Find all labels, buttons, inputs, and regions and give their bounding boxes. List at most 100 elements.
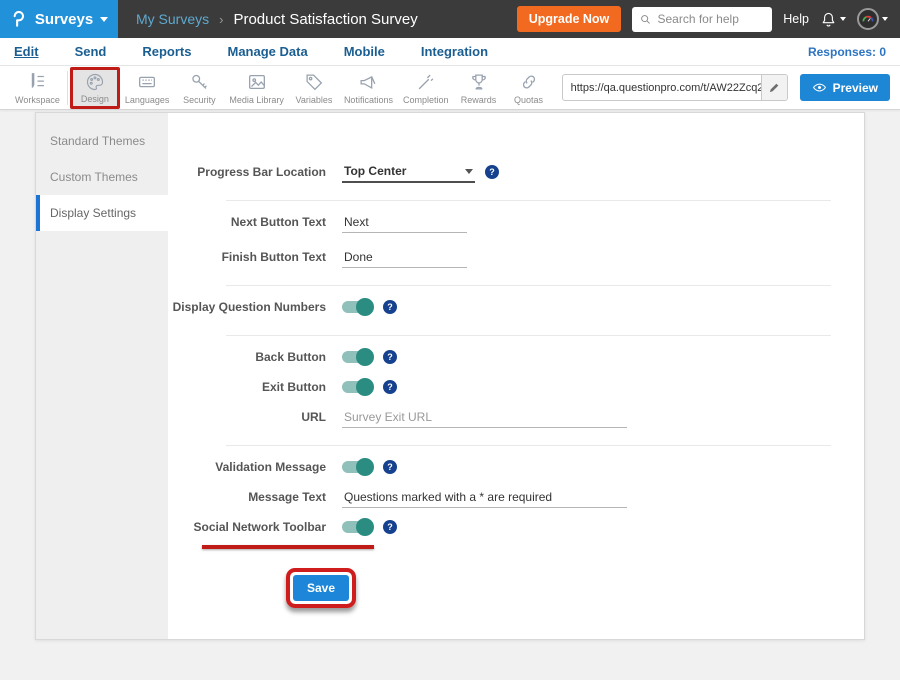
next-button-text-row: Next Button Text — [168, 207, 848, 237]
validation-message-row: Validation Message ? — [168, 452, 848, 482]
back-button-row: Back Button ? — [168, 342, 848, 372]
survey-nav: Edit Send Reports Manage Data Mobile Int… — [0, 38, 900, 66]
brand-menu[interactable]: Surveys — [0, 0, 118, 38]
upgrade-now-button[interactable]: Upgrade Now — [517, 6, 622, 32]
section-divider — [226, 335, 831, 336]
toolbar-item-notifications[interactable]: Notifications — [339, 68, 398, 108]
progress-bar-location-value: Top Center — [344, 164, 406, 178]
progress-bar-location-row: Progress Bar Location Top Center ? — [168, 157, 848, 187]
finish-button-text-row: Finish Button Text — [168, 242, 848, 272]
nav-item-reports[interactable]: Reports — [142, 44, 191, 59]
message-text-input[interactable] — [342, 487, 627, 508]
display-question-numbers-label: Display Question Numbers — [168, 300, 326, 314]
toolbar-item-security[interactable]: Security — [174, 68, 224, 108]
chevron-down-icon — [100, 17, 108, 22]
nav-item-edit[interactable]: Edit — [14, 44, 39, 59]
media-library-icon — [246, 71, 268, 93]
toolbar-item-variables[interactable]: Variables — [289, 68, 339, 108]
survey-url[interactable]: https://qa.questionpro.com/t/AW22Zcq2J — [563, 82, 761, 94]
help-search[interactable] — [632, 7, 772, 32]
help-icon[interactable]: ? — [383, 350, 397, 364]
toolbar-item-languages[interactable]: Languages — [120, 68, 175, 108]
toggle-knob — [356, 378, 374, 396]
toolbar-item-workspace[interactable]: Workspace — [10, 68, 65, 108]
red-underline-annotation — [202, 545, 374, 549]
social-network-toolbar-toggle[interactable] — [342, 521, 373, 533]
breadcrumb-parent[interactable]: My Surveys — [136, 11, 209, 27]
security-icon — [188, 71, 210, 93]
preview-button[interactable]: Preview — [800, 74, 890, 101]
exit-button-toggle[interactable] — [342, 381, 373, 393]
toolbar-label: Design — [81, 94, 109, 104]
back-button-label: Back Button — [168, 350, 326, 364]
preview-label: Preview — [833, 81, 878, 95]
chevron-down-icon — [840, 17, 846, 21]
next-button-text-label: Next Button Text — [168, 215, 326, 229]
toolbar-label: Rewards — [461, 95, 497, 105]
sidebar-item-custom-themes[interactable]: Custom Themes — [36, 159, 168, 195]
design-settings-card: Standard Themes Custom Themes Display Se… — [35, 112, 865, 640]
save-button[interactable]: Save — [293, 575, 349, 601]
top-header: Surveys My Surveys › Product Satisfactio… — [0, 0, 900, 38]
toolbar-label: Completion — [403, 95, 449, 105]
social-network-toolbar-row: Social Network Toolbar ? — [168, 512, 848, 542]
survey-url-box: https://qa.questionpro.com/t/AW22Zcq2J — [562, 74, 788, 101]
help-icon[interactable]: ? — [383, 300, 397, 314]
exit-url-row: URL — [168, 402, 848, 432]
search-icon — [640, 13, 651, 26]
display-question-numbers-row: Display Question Numbers ? — [168, 292, 848, 322]
languages-icon — [136, 71, 158, 93]
back-button-toggle[interactable] — [342, 351, 373, 363]
toolbar-item-completion[interactable]: Completion — [398, 68, 454, 108]
toolbar-label: Notifications — [344, 95, 393, 105]
toolbar-divider — [67, 71, 68, 105]
page-title: Product Satisfaction Survey — [233, 11, 417, 28]
notifications-bell-button[interactable] — [820, 11, 846, 28]
nav-item-manage-data[interactable]: Manage Data — [227, 44, 307, 59]
brand-label: Surveys — [35, 11, 93, 28]
nav-item-integration[interactable]: Integration — [421, 44, 488, 59]
workspace-icon — [26, 71, 48, 93]
social-network-toolbar-label: Social Network Toolbar — [168, 520, 326, 534]
eye-icon — [812, 80, 827, 95]
validation-message-label: Validation Message — [168, 460, 326, 474]
progress-bar-location-select[interactable]: Top Center — [342, 161, 475, 183]
toolbar-item-media-library[interactable]: Media Library — [224, 68, 289, 108]
message-text-row: Message Text — [168, 482, 848, 512]
bell-icon — [820, 11, 837, 28]
sidebar-item-display-settings[interactable]: Display Settings — [36, 195, 168, 231]
breadcrumb: My Surveys › Product Satisfaction Survey — [136, 11, 418, 28]
finish-button-text-input[interactable] — [342, 247, 467, 268]
help-icon[interactable]: ? — [383, 520, 397, 534]
display-question-numbers-toggle[interactable] — [342, 301, 373, 313]
exit-button-row: Exit Button ? — [168, 372, 848, 402]
edit-url-button[interactable] — [761, 74, 787, 101]
toggle-knob — [356, 458, 374, 476]
exit-button-label: Exit Button — [168, 380, 326, 394]
validation-message-toggle[interactable] — [342, 461, 373, 473]
nav-item-send[interactable]: Send — [75, 44, 107, 59]
design-sidebar: Standard Themes Custom Themes Display Se… — [36, 113, 168, 639]
help-icon[interactable]: ? — [383, 460, 397, 474]
header-right: Upgrade Now Help — [517, 6, 900, 32]
chevron-down-icon — [882, 17, 888, 21]
nav-item-mobile[interactable]: Mobile — [344, 44, 385, 59]
sidebar-item-standard-themes[interactable]: Standard Themes — [36, 123, 168, 159]
account-menu[interactable] — [857, 8, 888, 30]
search-input[interactable] — [657, 12, 764, 26]
toolbar-item-design[interactable]: Design — [70, 67, 120, 109]
help-icon[interactable]: ? — [383, 380, 397, 394]
next-button-text-input[interactable] — [342, 212, 467, 233]
help-link[interactable]: Help — [783, 12, 809, 26]
toolbar-item-rewards[interactable]: Rewards — [454, 68, 504, 108]
trophy-icon — [468, 71, 490, 93]
toolbar-item-quotas[interactable]: Quotas — [504, 68, 554, 108]
section-divider — [226, 200, 831, 201]
responses-count[interactable]: Responses: 0 — [808, 45, 886, 59]
help-icon[interactable]: ? — [485, 165, 499, 179]
design-icon — [85, 72, 105, 92]
toolbar-label: Media Library — [229, 95, 284, 105]
page-body: Standard Themes Custom Themes Display Se… — [0, 110, 900, 680]
edit-toolbar: Workspace Design Languages Security Medi… — [0, 66, 900, 110]
exit-url-input[interactable] — [342, 407, 627, 428]
